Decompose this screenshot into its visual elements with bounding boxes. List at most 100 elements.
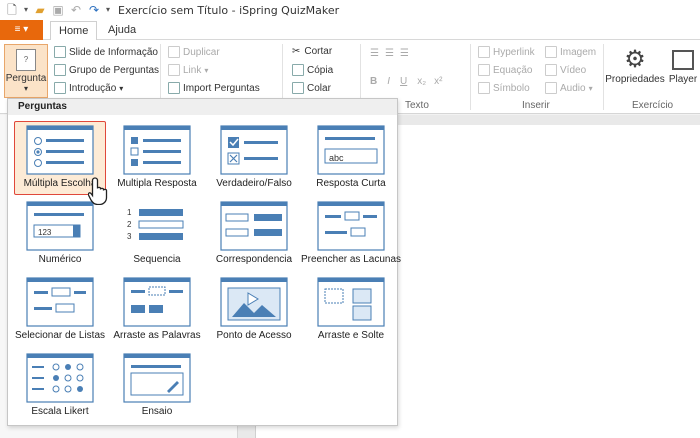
drag-drop-icon [317, 277, 385, 327]
equation-icon [478, 64, 490, 76]
question-type-label: Correspondencia [215, 254, 293, 265]
import-icon [168, 82, 180, 94]
customize-icon[interactable]: ▾ [104, 2, 112, 18]
chevron-down-icon: ▾ [588, 83, 593, 93]
question-type-fill-blanks[interactable]: Preencher as Lacunas [301, 197, 401, 273]
intro-button[interactable]: Introdução ▾ [54, 82, 123, 94]
quick-access-toolbar: 🗋 ▾ ▰ ▣ ↶ ↷ ▾ [4, 2, 114, 18]
multiple-response-icon [123, 125, 191, 175]
audio-button[interactable]: Audio ▾ [545, 82, 593, 94]
essay-icon [123, 353, 191, 403]
question-group-button[interactable]: Grupo de Perguntas [54, 64, 159, 76]
title-bar: 🗋 ▾ ▰ ▣ ↶ ↷ ▾ Exercício sem Título - iSp… [0, 0, 700, 20]
hotspot-icon [220, 277, 288, 327]
globe-icon [478, 46, 490, 58]
undo-icon[interactable]: ↶ [68, 2, 84, 18]
question-type-true-false[interactable]: Verdadeiro/Falso [206, 121, 302, 197]
copy-icon [292, 64, 304, 76]
abc-text: abc [329, 153, 344, 163]
question-type-label: Arraste e Solte [317, 330, 385, 341]
numeric-icon [26, 201, 94, 251]
group-label-text: Texto [405, 100, 429, 111]
properties-button[interactable]: ⚙ Propriedades [605, 46, 664, 85]
equation-button[interactable]: Equação [478, 64, 532, 76]
likert-icon [26, 353, 94, 403]
duplicate-button[interactable]: Duplicar [168, 46, 220, 58]
question-type-hotspot[interactable]: Ponto de Acesso [206, 273, 302, 349]
question-type-label: Multipla Resposta [117, 178, 197, 189]
gear-icon: ⚙ [624, 46, 646, 73]
question-type-likert[interactable]: Escala Likert [12, 349, 108, 425]
matching-icon [220, 201, 288, 251]
short-answer-icon [317, 125, 385, 175]
new-file-icon[interactable]: 🗋 [4, 2, 20, 18]
group-label-insert: Inserir [522, 100, 550, 111]
question-type-select-lists[interactable]: Selecionar de Listas [12, 273, 108, 349]
question-type-numeric[interactable]: 123 Numérico [12, 197, 108, 273]
seq-num-1: 1 [127, 208, 132, 217]
question-type-matching[interactable]: Correspondencia [206, 197, 302, 273]
dropdown-header: Perguntas [8, 99, 397, 115]
copy-button[interactable]: Cópia [292, 64, 333, 76]
chevron-down-icon[interactable]: ▾ [22, 2, 30, 18]
question-button[interactable]: ? Pergunta ▾ [4, 44, 48, 98]
group-icon [54, 64, 66, 76]
question-type-label: Sequencia [133, 254, 181, 265]
question-type-essay[interactable]: Ensaio [109, 349, 205, 425]
format-buttons[interactable]: B I Ux₂ x² [370, 76, 442, 87]
question-type-label: Resposta Curta [316, 178, 386, 189]
question-type-label: Arraste as Palavras [113, 330, 201, 341]
question-type-drag-words[interactable]: Arraste as Palavras [109, 273, 205, 349]
cut-button[interactable]: ✂ Cortar [292, 46, 332, 57]
question-icon: ? [16, 49, 36, 71]
paste-button[interactable]: Colar [292, 82, 331, 94]
question-type-short-answer[interactable]: abc Resposta Curta [303, 121, 399, 197]
paste-icon [292, 82, 304, 94]
file-menu-button[interactable]: ≡ ▾ [0, 20, 43, 40]
select-lists-icon [26, 277, 94, 327]
chevron-down-icon: ▾ [119, 83, 124, 93]
tab-help[interactable]: Ajuda [100, 21, 144, 41]
import-questions-button[interactable]: Import Perguntas [168, 82, 260, 94]
ribbon-tabs: ≡ ▾ Home Ajuda [0, 20, 700, 41]
link-icon [168, 64, 180, 76]
question-type-label: Numérico [38, 254, 82, 265]
question-type-drag-drop[interactable]: Arraste e Solte [303, 273, 399, 349]
question-type-multiple-response[interactable]: Multipla Resposta [109, 121, 205, 197]
align-buttons[interactable]: ☰☰☰ [370, 48, 415, 59]
question-type-label: Preencher as Lacunas [300, 254, 402, 265]
video-icon [545, 64, 557, 76]
drag-words-icon [123, 277, 191, 327]
question-type-label: Ponto de Acesso [216, 330, 292, 341]
separator [470, 44, 471, 110]
redo-icon[interactable]: ↷ [86, 2, 102, 18]
hand-cursor-icon [88, 177, 108, 205]
separator [603, 44, 604, 110]
open-folder-icon[interactable]: ▰ [32, 2, 48, 18]
video-button[interactable]: Vídeo [545, 64, 586, 76]
sequence-icon [138, 209, 184, 240]
scissors-icon: ✂ [292, 46, 301, 57]
question-type-dropdown: Perguntas Múltipla Escolha Multipla Resp… [7, 98, 401, 426]
true-false-icon [220, 125, 288, 175]
symbol-button[interactable]: Símbolo [478, 82, 530, 94]
slide-icon [54, 46, 66, 58]
tab-home[interactable]: Home [50, 21, 98, 41]
seq-num-3: 3 [127, 232, 132, 241]
image-button[interactable]: Imagem [545, 46, 596, 58]
intro-icon [54, 82, 66, 94]
player-button[interactable]: Player [666, 46, 700, 85]
save-icon[interactable]: ▣ [50, 2, 66, 18]
omega-icon [478, 82, 490, 94]
question-type-label: Selecionar de Listas [14, 330, 106, 341]
hyperlink-button[interactable]: Hyperlink [478, 46, 535, 58]
link-button[interactable]: Link ▾ [168, 64, 208, 76]
image-icon [545, 46, 557, 58]
question-type-sequence[interactable]: 1 2 3 Sequencia [109, 197, 205, 273]
player-icon [672, 50, 694, 70]
group-label-exercise: Exercício [632, 100, 674, 111]
question-type-label: Ensaio [141, 406, 173, 417]
slide-info-button[interactable]: Slide de Informação [54, 46, 158, 58]
speaker-icon [545, 82, 557, 94]
window-title: Exercício sem Título - iSpring QuizMaker [118, 3, 340, 17]
